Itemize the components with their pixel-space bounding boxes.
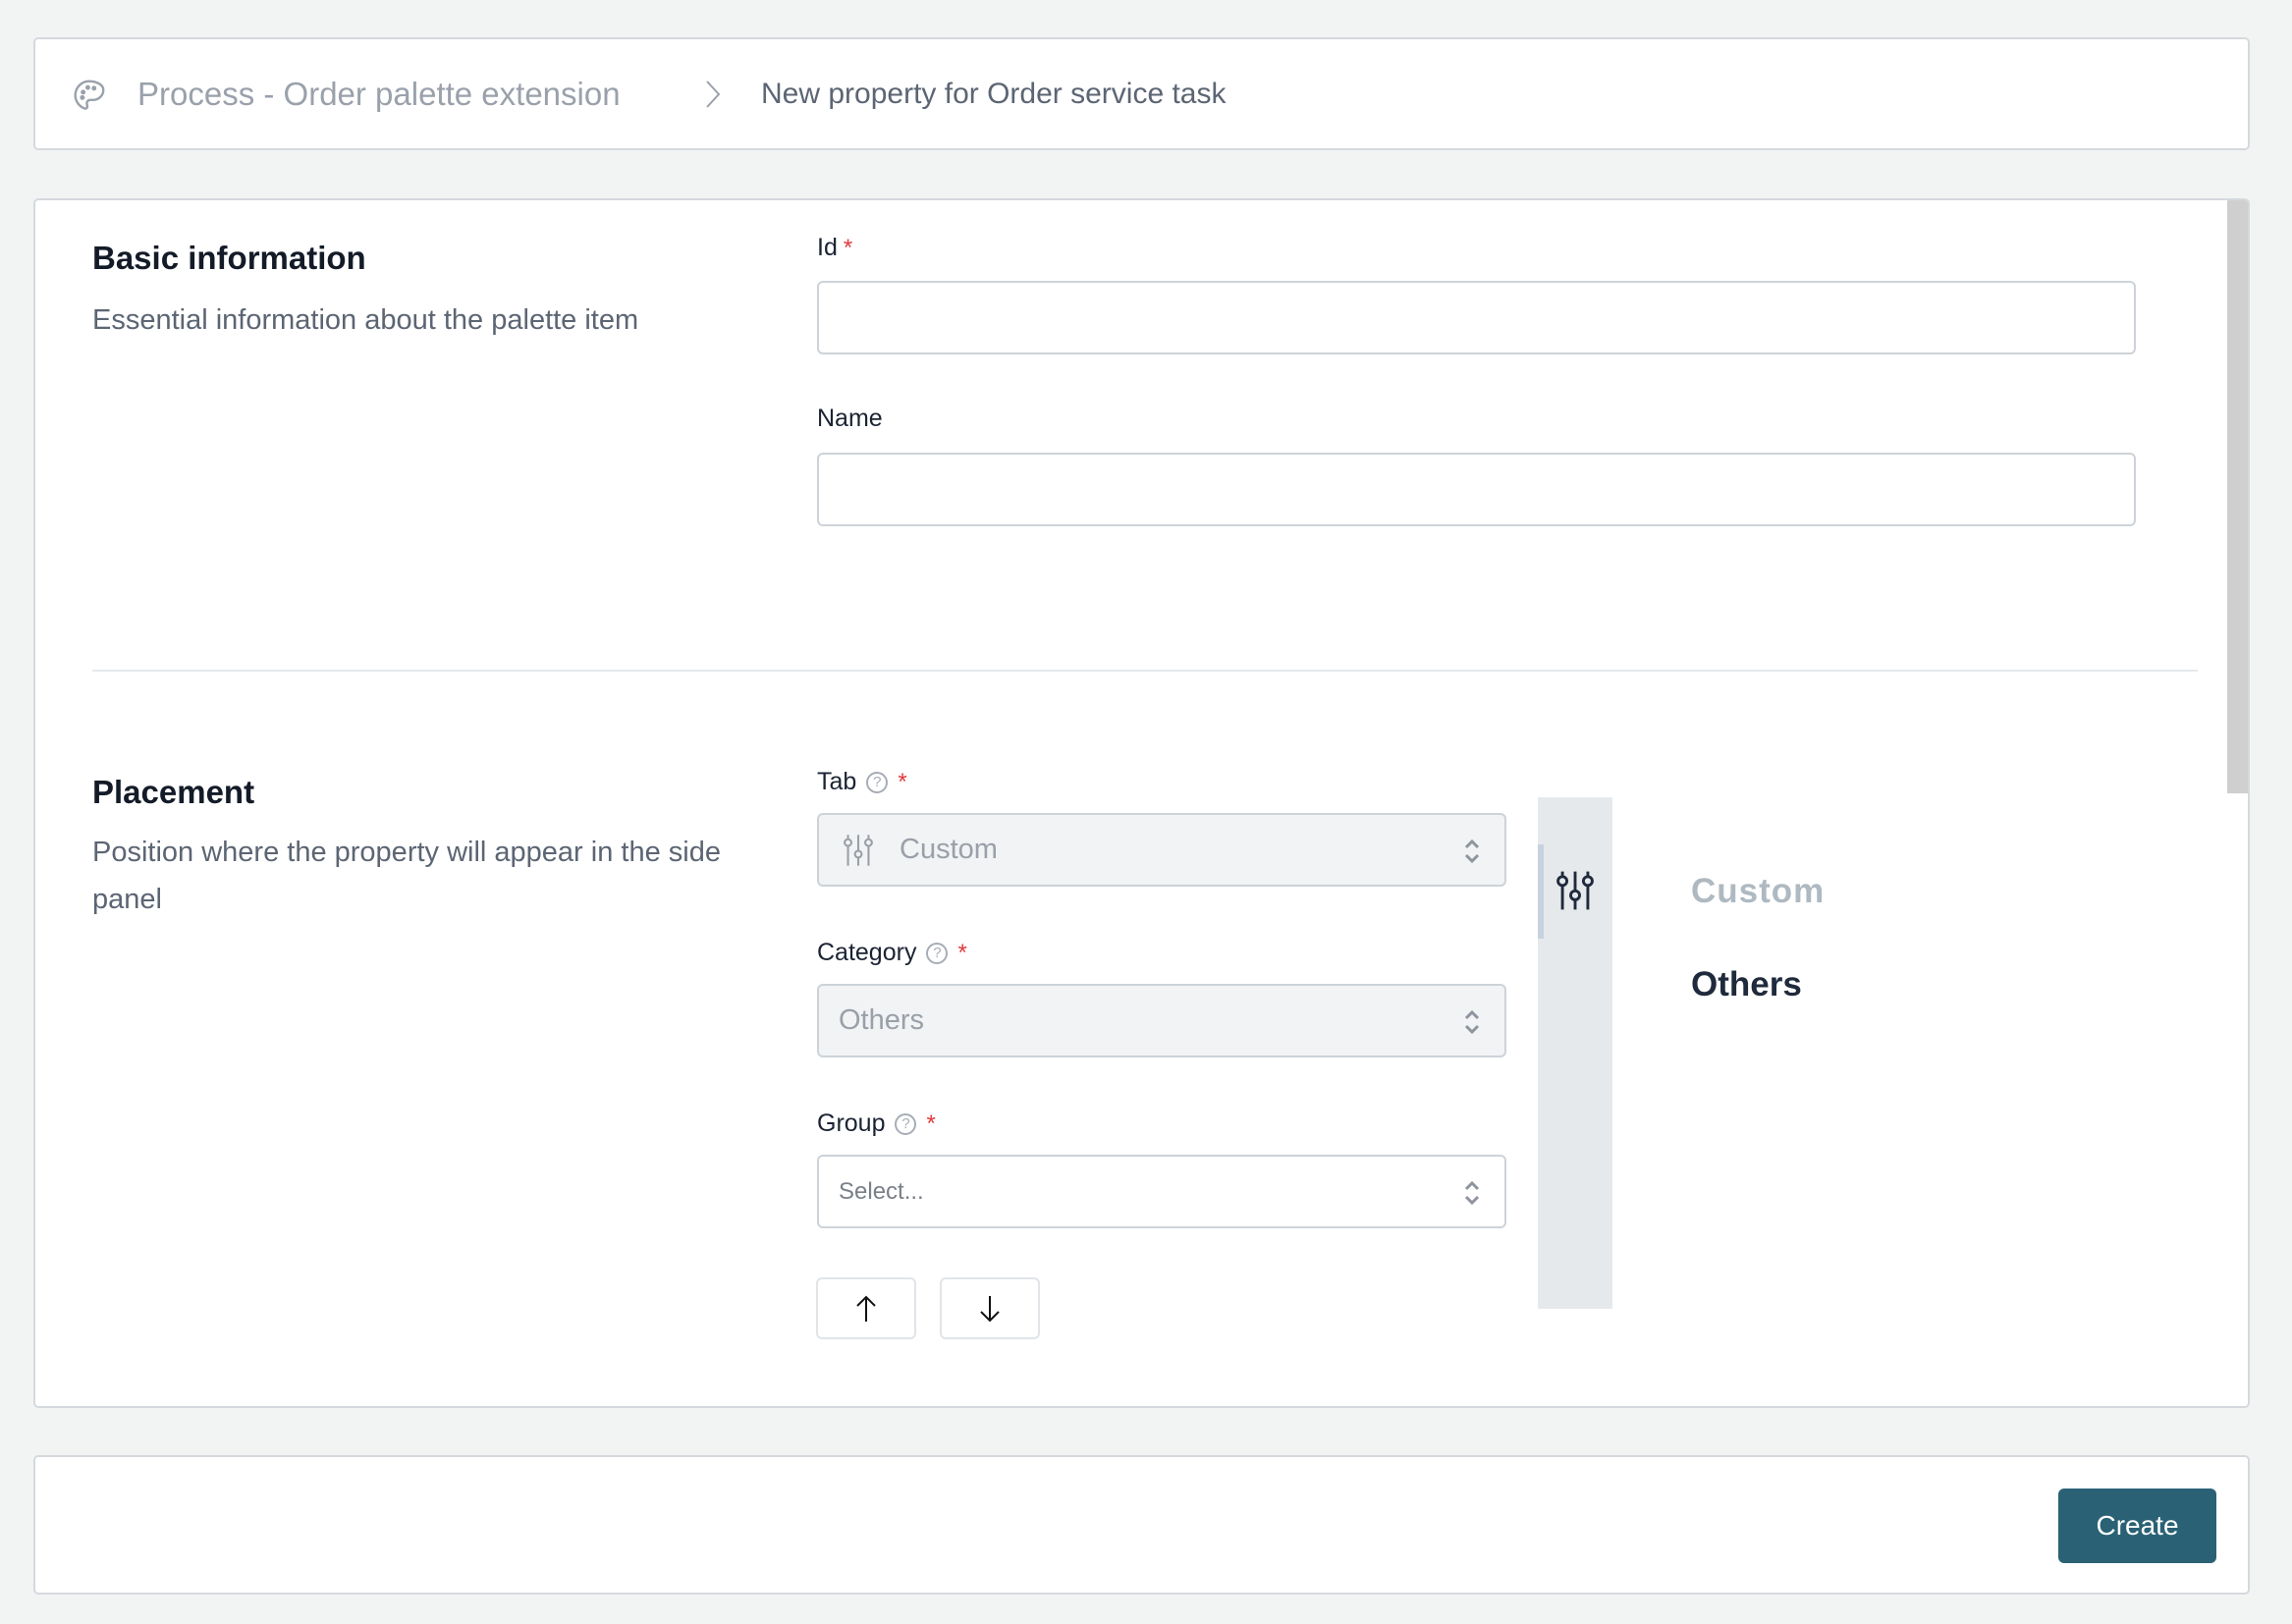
id-input[interactable]: [817, 281, 2136, 354]
tune-icon: [1556, 871, 1594, 910]
category-label: Category ? *: [817, 939, 967, 967]
help-icon[interactable]: ?: [866, 771, 889, 793]
move-up-button[interactable]: [816, 1277, 916, 1339]
section-divider: [92, 670, 2198, 672]
chevron-up-down-icon: [1464, 1180, 1480, 1206]
id-label-text: Id: [817, 234, 838, 261]
name-label: Name: [817, 405, 883, 433]
group-select-placeholder: Select...: [839, 1177, 924, 1205]
category-select[interactable]: Others: [817, 984, 1506, 1057]
property-form: Basic information Essential information …: [33, 198, 2250, 1408]
breadcrumb-current: New property for Order service task: [761, 77, 1227, 110]
tune-icon: [844, 834, 873, 866]
tab-select-value: Custom: [900, 834, 998, 865]
chevron-right-icon: [703, 39, 723, 148]
preview-tab-name: Custom: [1691, 872, 1826, 910]
breadcrumb: Process - Order palette extension New pr…: [33, 37, 2250, 150]
required-mark: *: [926, 1110, 936, 1137]
category-select-value: Others: [839, 1004, 925, 1036]
tab-label-text: Tab: [817, 768, 857, 795]
chevron-up-down-icon: [1464, 839, 1480, 864]
chevron-up-down-icon: [1464, 1009, 1480, 1035]
group-label: Group ? *: [817, 1110, 936, 1138]
move-down-button[interactable]: [940, 1277, 1040, 1339]
form-footer: Create: [33, 1455, 2250, 1595]
placement-description: Position where the property will appear …: [92, 837, 721, 915]
tab-label: Tab ? *: [817, 768, 907, 796]
basic-information-description: Essential information about the palette …: [92, 304, 639, 336]
help-icon[interactable]: ?: [926, 942, 949, 964]
tab-select[interactable]: Custom: [817, 813, 1506, 887]
name-input[interactable]: [817, 453, 2136, 526]
id-label: Id *: [817, 234, 852, 262]
required-mark: *: [843, 234, 853, 261]
group-label-text: Group: [817, 1110, 886, 1137]
arrow-up-icon: [856, 1295, 876, 1322]
scrollbar[interactable]: [2227, 200, 2248, 793]
arrow-down-icon: [980, 1295, 1000, 1322]
required-mark: *: [957, 939, 967, 966]
palette-icon: [74, 80, 105, 110]
preview-category-name: Others: [1691, 965, 1802, 1003]
help-icon[interactable]: ?: [895, 1112, 917, 1135]
preview-tab-strip: [1538, 797, 1612, 1309]
breadcrumb-parent-link[interactable]: Process - Order palette extension: [137, 39, 621, 148]
create-button[interactable]: Create: [2058, 1489, 2216, 1563]
required-mark: *: [898, 768, 907, 795]
active-tab-indicator: [1538, 844, 1544, 939]
name-label-text: Name: [817, 405, 883, 432]
group-select[interactable]: Select...: [817, 1155, 1506, 1228]
category-label-text: Category: [817, 939, 917, 966]
basic-information-title: Basic information: [92, 240, 366, 276]
placement-title: Placement: [92, 774, 255, 810]
